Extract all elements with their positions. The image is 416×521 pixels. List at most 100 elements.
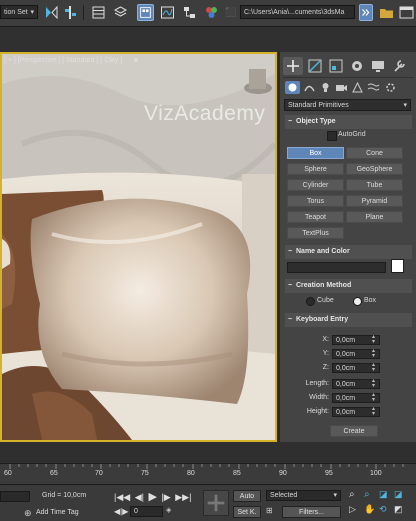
textplus-button[interactable]: TextPlus <box>287 227 344 239</box>
collapse-icon: − <box>288 248 293 255</box>
orbit-icon[interactable]: ⟲ <box>379 504 387 515</box>
box-radio-label: Box <box>364 297 377 304</box>
box-button[interactable]: Box <box>287 147 344 159</box>
time-config-icon[interactable]: ◈ <box>166 506 171 514</box>
filters-button[interactable]: Filters... <box>282 506 341 518</box>
geometry-icon[interactable] <box>285 81 300 94</box>
spacewarps-icon[interactable] <box>366 81 381 94</box>
ribbon-toggle-icon[interactable] <box>137 4 154 21</box>
perspective-viewport[interactable]: [ + ] [Perspective ] [ Standard ] [ Clay… <box>0 52 277 442</box>
length-label: Length: <box>305 380 329 387</box>
shapes-icon[interactable] <box>302 81 317 94</box>
height-label: Height: <box>306 408 329 415</box>
tube-button[interactable]: Tube <box>346 179 403 191</box>
z-label: Z: <box>322 364 329 371</box>
render-setup-icon[interactable]: ⬛ <box>225 4 236 21</box>
helpers-icon[interactable] <box>350 81 365 94</box>
curve-editor-icon[interactable] <box>159 4 176 21</box>
object-color-swatch[interactable] <box>391 259 404 273</box>
systems-icon[interactable] <box>383 81 398 94</box>
plane-button[interactable]: Plane <box>346 211 403 223</box>
object-type-rollout-header[interactable]: − Object Type <box>285 115 412 129</box>
creation-method-rollout-header[interactable]: − Creation Method <box>285 279 412 293</box>
tab-display[interactable] <box>368 57 388 75</box>
set-key-big-button[interactable] <box>203 490 229 516</box>
zoom-extents-all-icon[interactable]: ◪ <box>394 489 403 500</box>
go-to-end-icon[interactable]: ▶▶| <box>175 492 191 502</box>
tab-motion[interactable] <box>347 57 367 75</box>
layer-explorer-icon[interactable] <box>112 4 129 21</box>
tab-modify[interactable] <box>305 57 325 75</box>
current-frame-field[interactable]: 0 <box>130 506 163 517</box>
go-to-start-icon[interactable]: |◀◀ <box>114 492 130 502</box>
spinner-arrows-icon[interactable]: ▴ ▾ <box>372 362 377 373</box>
zoom-icon[interactable]: ⌕ <box>349 489 355 500</box>
sphere-button[interactable]: Sphere <box>287 163 344 175</box>
keyboard-entry-rollout-header[interactable]: − Keyboard Entry <box>285 313 412 327</box>
schematic-view-icon[interactable] <box>181 4 198 21</box>
collapse-icon: − <box>288 316 293 323</box>
project-folder-icon[interactable] <box>378 4 395 21</box>
tab-utilities[interactable] <box>390 57 410 75</box>
cameras-icon[interactable] <box>334 81 349 94</box>
hierarchy-icon <box>329 59 343 73</box>
cube-radio[interactable] <box>306 297 315 306</box>
autogrid-checkbox[interactable] <box>327 131 337 141</box>
tick-label: 90 <box>279 470 287 477</box>
torus-button[interactable]: Torus <box>287 195 344 207</box>
key-filter-icon[interactable]: ⊞ <box>266 506 280 518</box>
align-icon[interactable] <box>62 4 79 21</box>
object-category-dropdown[interactable]: Standard Primitives ▾ <box>284 99 411 111</box>
spinner-arrows-icon[interactable]: ▴ ▾ <box>372 406 377 417</box>
window-manager-icon[interactable] <box>398 4 415 21</box>
key-mode-icon[interactable]: ◀|▶ <box>114 507 128 516</box>
selection-set-dropdown[interactable]: tion Set ▾ <box>0 5 38 19</box>
create-button[interactable]: Create <box>330 425 378 437</box>
material-editor-icon[interactable] <box>203 4 220 21</box>
viewport-label[interactable]: [ + ] [Perspective ] [ Standard ] [ Clay… <box>4 57 122 64</box>
object-category-value: Standard Primitives <box>288 102 349 109</box>
spinner-arrows-icon[interactable]: ▴ ▾ <box>372 334 377 345</box>
name-and-color-rollout-header[interactable]: − Name and Color <box>285 245 412 259</box>
auto-key-button[interactable]: Auto <box>233 490 261 502</box>
cone-button[interactable]: Cone <box>346 147 403 159</box>
add-time-tag-button[interactable]: Add Time Tag <box>36 509 79 516</box>
selection-set-label: tion Set <box>4 9 28 16</box>
tick-label: 65 <box>50 470 58 477</box>
project-path-field[interactable]: C:\Users\Ania\...cuments\3dsMa <box>240 5 355 19</box>
project-path-text: C:\Users\Ania\...cuments\3dsMa <box>244 9 345 16</box>
coordinate-field[interactable] <box>0 491 30 502</box>
teapot-button[interactable]: Teapot <box>287 211 344 223</box>
toolbar-overflow-icon[interactable] <box>359 4 373 21</box>
spinner-arrows-icon[interactable]: ▴ ▾ <box>372 392 377 403</box>
maximize-viewport-icon[interactable]: ◩ <box>394 504 403 515</box>
time-tag-icon[interactable]: ⊕ <box>24 508 32 519</box>
set-key-button[interactable]: Set K. <box>233 506 261 518</box>
object-name-field[interactable] <box>287 262 386 273</box>
play-icon[interactable]: ▶ <box>148 491 156 503</box>
geosphere-button[interactable]: GeoSphere <box>346 163 403 175</box>
scene-explorer-icon[interactable] <box>90 4 107 21</box>
zoom-extents-icon[interactable]: ◪ <box>379 489 388 500</box>
tick-label: 70 <box>95 470 103 477</box>
autogrid-label: AutoGrid <box>338 131 366 138</box>
previous-frame-icon[interactable]: ◀| <box>135 492 144 502</box>
tab-hierarchy[interactable] <box>326 57 346 75</box>
name-and-color-title: Name and Color <box>296 248 350 255</box>
mirror-icon[interactable] <box>43 4 60 21</box>
zoom-all-icon[interactable]: ⌕ <box>364 489 370 500</box>
pyramid-button[interactable]: Pyramid <box>346 195 403 207</box>
lights-icon[interactable] <box>318 81 333 94</box>
spinner-arrows-icon[interactable]: ▴ ▾ <box>372 348 377 359</box>
pan-icon[interactable]: ✋ <box>364 504 375 515</box>
key-filter-dropdown[interactable]: Selected ▾ <box>266 490 341 501</box>
tab-create[interactable] <box>283 57 303 75</box>
filter-icon[interactable]: ▼ <box>132 56 140 65</box>
field-of-view-icon[interactable]: ▷ <box>349 504 356 515</box>
width-label: Width: <box>309 394 329 401</box>
playback-controls: |◀◀ ◀| ▶ |▶ ▶▶| <box>114 490 191 503</box>
box-radio[interactable] <box>353 297 362 306</box>
spinner-arrows-icon[interactable]: ▴ ▾ <box>372 378 377 389</box>
cylinder-button[interactable]: Cylinder <box>287 179 344 191</box>
next-frame-icon[interactable]: |▶ <box>161 492 170 502</box>
